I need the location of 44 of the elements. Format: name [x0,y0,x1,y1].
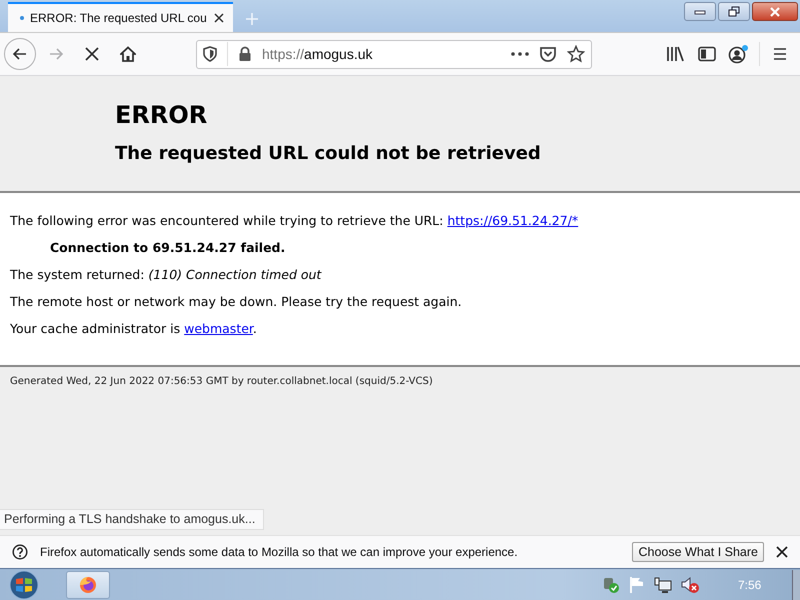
more-icon[interactable] [511,52,529,56]
pocket-icon[interactable] [539,46,557,62]
address-bar[interactable]: https://amogus.uk [196,40,592,68]
minimize-icon [694,8,706,14]
restore-button[interactable] [718,2,750,21]
books-icon [666,46,684,62]
link[interactable]: https://69.51.24.27/* [447,213,578,228]
close-icon[interactable] [776,546,788,558]
sidebar-icon [698,46,716,62]
close-icon [84,46,100,62]
close-button[interactable] [752,2,798,21]
close-icon[interactable] [212,12,225,24]
firefox-taskbar-button[interactable] [66,570,110,598]
notification-message: Firefox automatically sends some data to Mozilla so that we can improve your experience. [40,545,519,559]
footer-text: Generated Wed, 22 Jun 2022 07:56:53 GMT by router.collabnet.local (squid/5.2-VCS) [10,376,433,387]
error-message: Connection to 69.51.24.27 failed. [49,240,286,256]
volume-muted-icon[interactable] [680,576,700,594]
error-text: The following error was encountered while trying to retrieve the URL: https://69.51.24.27/* [10,213,580,229]
network-icon[interactable] [654,576,672,594]
close-icon [769,6,781,16]
security-check-icon[interactable] [602,576,620,594]
home-icon [120,46,136,62]
error-text: The system returned: (110) Connection timed out [10,267,323,283]
link[interactable]: webmaster [184,321,253,336]
minimize-button[interactable] [684,2,716,21]
restore-icon [728,6,740,17]
shield-icon[interactable] [203,46,217,62]
error-heading: ERROR [115,101,208,129]
error-text: The remote host or network may be down. Please try the request again. [10,294,463,310]
right-arrow-icon [48,46,64,62]
star-icon[interactable] [567,45,585,63]
error-text: Your cache administrator is webmaster. [10,321,258,337]
error-subheading: The requested URL could not be retrieved [115,143,542,164]
back-button[interactable] [4,38,36,70]
fox-globe-icon [79,576,97,594]
url-text: https://amogus.uk [262,46,373,62]
lock-icon[interactable] [238,46,252,62]
left-arrow-icon [12,46,28,62]
help-icon [12,544,28,560]
user-icon [728,44,750,64]
show-desktop-button[interactable] [792,570,800,600]
status-text: Performing a TLS handshake to amogus.uk... [0,509,264,530]
choose-what-i-share-button[interactable]: Choose What I Share [632,542,764,562]
browser-tab[interactable]: ERROR: The requested URL cou [8,2,233,32]
